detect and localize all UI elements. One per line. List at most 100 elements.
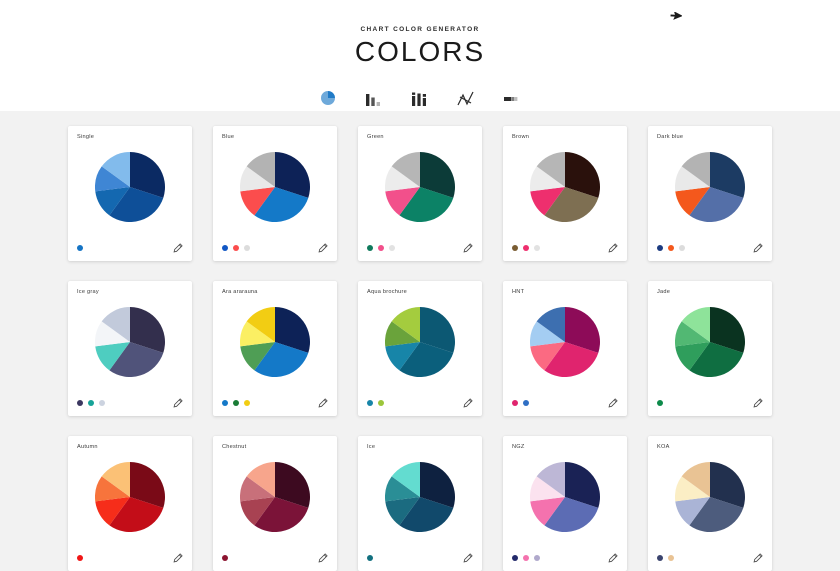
color-swatch[interactable] xyxy=(534,555,540,561)
card-footer xyxy=(512,551,618,566)
edit-palette-button[interactable] xyxy=(608,397,618,408)
palette-card[interactable]: Dark blue xyxy=(648,126,772,261)
palette-card[interactable]: Blue xyxy=(213,126,337,261)
color-swatch[interactable] xyxy=(222,555,228,561)
palette-pie-chart xyxy=(648,148,772,226)
palette-swatches xyxy=(512,400,529,406)
edit-palette-button[interactable] xyxy=(463,397,473,408)
color-swatch[interactable] xyxy=(512,245,518,251)
color-swatch[interactable] xyxy=(389,245,395,251)
edit-palette-button[interactable] xyxy=(753,242,763,253)
color-swatch[interactable] xyxy=(657,400,663,406)
palette-card[interactable]: Aqua brochure xyxy=(358,281,482,416)
card-footer xyxy=(222,396,328,411)
card-footer xyxy=(367,241,473,256)
bar-chart-icon xyxy=(365,91,383,106)
palette-card[interactable]: Green xyxy=(358,126,482,261)
color-swatch[interactable] xyxy=(679,245,685,251)
palette-name: NGZ xyxy=(512,444,525,450)
color-swatch[interactable] xyxy=(222,400,228,406)
edit-palette-button[interactable] xyxy=(173,552,183,563)
palette-name: Ara ararauna xyxy=(222,289,258,295)
color-swatch[interactable] xyxy=(523,555,529,561)
palette-card[interactable]: Autumn xyxy=(68,436,192,571)
edit-palette-button[interactable] xyxy=(318,242,328,253)
chart-type-bar-chart-button[interactable] xyxy=(361,84,387,106)
color-swatch[interactable] xyxy=(668,245,674,251)
palette-card[interactable]: Jade xyxy=(648,281,772,416)
color-swatch[interactable] xyxy=(88,400,94,406)
palette-name: Brown xyxy=(512,134,530,140)
palette-swatches xyxy=(222,245,250,251)
palette-card[interactable]: Chestnut xyxy=(213,436,337,571)
edit-palette-button[interactable] xyxy=(753,397,763,408)
color-swatch[interactable] xyxy=(512,555,518,561)
color-swatch[interactable] xyxy=(657,245,663,251)
column-chart-icon xyxy=(411,91,429,106)
pencil-icon xyxy=(173,241,183,256)
edit-palette-button[interactable] xyxy=(463,551,473,566)
color-swatch[interactable] xyxy=(367,245,373,251)
pencil-icon xyxy=(608,551,618,566)
palette-swatches xyxy=(512,245,540,251)
pencil-icon xyxy=(318,396,328,411)
color-swatch[interactable] xyxy=(534,245,540,251)
palette-pie-chart xyxy=(358,148,482,226)
color-swatch[interactable] xyxy=(244,400,250,406)
edit-palette-button[interactable] xyxy=(318,551,328,566)
edit-palette-button[interactable] xyxy=(173,397,183,408)
color-swatch[interactable] xyxy=(523,400,529,406)
palette-card[interactable]: Ice gray xyxy=(68,281,192,416)
pencil-icon xyxy=(463,241,473,256)
edit-palette-button[interactable] xyxy=(463,241,473,256)
chart-type-pie-chart-button[interactable] xyxy=(315,84,341,106)
palette-card[interactable]: HNT xyxy=(503,281,627,416)
color-swatch[interactable] xyxy=(668,555,674,561)
color-swatch[interactable] xyxy=(512,400,518,406)
palette-name: Ice xyxy=(367,444,376,450)
edit-palette-button[interactable] xyxy=(608,241,618,256)
color-swatch[interactable] xyxy=(99,400,105,406)
palette-pie-chart xyxy=(358,303,482,381)
palette-pie-chart xyxy=(68,458,192,536)
color-swatch[interactable] xyxy=(378,400,384,406)
chart-type-stacked-bar-chart-button[interactable] xyxy=(499,84,525,106)
color-swatch[interactable] xyxy=(77,245,83,251)
edit-palette-button[interactable] xyxy=(173,241,183,256)
palette-pie-chart xyxy=(503,458,627,536)
color-swatch[interactable] xyxy=(367,555,373,561)
palette-swatches xyxy=(367,555,373,561)
palette-card[interactable]: NGZ xyxy=(503,436,627,571)
color-swatch[interactable] xyxy=(77,555,83,561)
color-swatch[interactable] xyxy=(378,245,384,251)
color-swatch[interactable] xyxy=(244,245,250,251)
color-swatch[interactable] xyxy=(222,245,228,251)
palette-pie-chart xyxy=(648,458,772,536)
chart-type-column-chart-button[interactable] xyxy=(407,84,433,106)
palette-card[interactable]: Ice xyxy=(358,436,482,571)
palette-name: Chestnut xyxy=(222,444,247,450)
palette-card[interactable]: Ara ararauna xyxy=(213,281,337,416)
palette-pie-chart xyxy=(68,303,192,381)
pencil-icon xyxy=(318,551,328,566)
color-swatch[interactable] xyxy=(523,245,529,251)
color-swatch[interactable] xyxy=(657,555,663,561)
edit-palette-button[interactable] xyxy=(753,552,763,563)
palette-card[interactable]: Brown xyxy=(503,126,627,261)
stacked-bar-chart-icon xyxy=(503,91,521,106)
color-swatch[interactable] xyxy=(233,245,239,251)
card-footer xyxy=(657,242,763,253)
chart-type-line-chart-button[interactable] xyxy=(453,84,479,106)
palette-card[interactable]: KOA xyxy=(648,436,772,571)
pencil-icon xyxy=(463,551,473,566)
pencil-icon xyxy=(608,241,618,256)
color-swatch[interactable] xyxy=(367,400,373,406)
palette-card[interactable]: Single xyxy=(68,126,192,261)
color-swatch[interactable] xyxy=(77,400,83,406)
edit-palette-button[interactable] xyxy=(608,551,618,566)
edit-palette-button[interactable] xyxy=(318,396,328,411)
palette-board: Single Blue Green Brown Dark blue Ice gr… xyxy=(0,111,840,571)
color-swatch[interactable] xyxy=(233,400,239,406)
card-footer xyxy=(222,242,328,253)
palette-name: Ice gray xyxy=(77,289,99,295)
